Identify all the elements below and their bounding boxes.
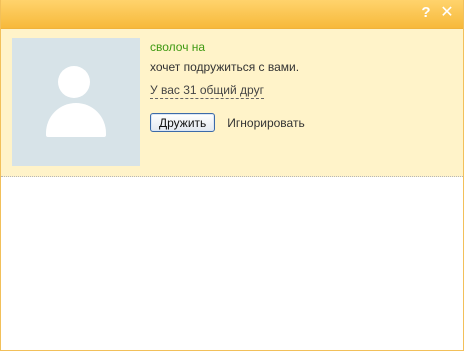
friend-request-panel: сволоч на хочет подружиться с вами. У ва… bbox=[1, 29, 463, 177]
friend-request-window: ? ✕ сволоч на хочет подружиться с вами. … bbox=[0, 0, 464, 351]
avatar-head-shape bbox=[58, 66, 90, 98]
requester-name[interactable]: сволоч на bbox=[150, 40, 305, 54]
close-icon[interactable]: ✕ bbox=[438, 4, 456, 22]
accept-friend-button[interactable]: Дружить bbox=[150, 113, 216, 132]
request-info: сволоч на хочет подружиться с вами. У ва… bbox=[150, 40, 305, 132]
request-actions: Дружить Игнорировать bbox=[150, 113, 305, 132]
avatar-body-shape bbox=[46, 103, 106, 137]
ignore-link[interactable]: Игнорировать bbox=[227, 116, 304, 130]
title-bar: ? ✕ bbox=[1, 0, 463, 29]
help-icon[interactable]: ? bbox=[417, 4, 435, 22]
request-message: хочет подружиться с вами. bbox=[150, 60, 300, 74]
avatar[interactable] bbox=[12, 38, 140, 166]
mutual-friends-link[interactable]: У вас 31 общий друг bbox=[150, 83, 264, 99]
